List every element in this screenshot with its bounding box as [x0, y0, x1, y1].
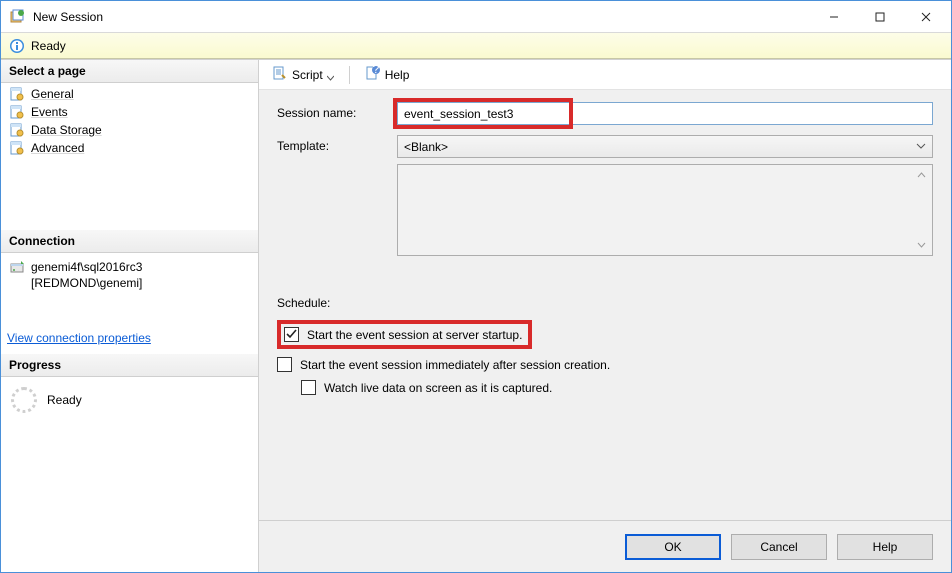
titlebar: New Session [1, 1, 951, 33]
template-label: Template: [277, 135, 387, 153]
sidebar-header-progress: Progress [1, 353, 258, 377]
script-button[interactable]: Script [265, 62, 341, 87]
progress-text: Ready [47, 393, 82, 407]
script-icon [272, 65, 288, 84]
checkbox-label: Start the event session at server startu… [307, 328, 522, 342]
help-toolbar-button[interactable]: ? Help [358, 62, 417, 87]
app-icon [9, 9, 25, 25]
highlight-annotation: Start the event session at server startu… [277, 320, 532, 349]
sidebar: Select a page General Events Data Storag… [1, 60, 259, 572]
checkbox-watch-live-data[interactable] [301, 380, 316, 395]
sidebar-header-connection: Connection [1, 229, 258, 253]
sidebar-header-pages: Select a page [1, 60, 258, 83]
cancel-button[interactable]: Cancel [731, 534, 827, 560]
page-icon [9, 104, 25, 120]
session-name-label: Session name: [277, 102, 387, 120]
scroll-down-icon[interactable] [913, 236, 930, 253]
help-icon: ? [365, 65, 381, 84]
help-button[interactable]: Help [837, 534, 933, 560]
page-general[interactable]: General [5, 85, 258, 103]
server-icon [9, 259, 25, 278]
ok-button[interactable]: OK [625, 534, 721, 560]
template-value: <Blank> [404, 140, 448, 154]
chevron-down-icon [914, 140, 928, 154]
chevron-down-icon [327, 71, 334, 78]
view-connection-properties-link[interactable]: View connection properties [1, 323, 258, 353]
content-area: Session name: Template: <Blank> [259, 90, 951, 520]
main-panel: Script ? Help Session name: Template: [259, 60, 951, 572]
toolbar: Script ? Help [259, 60, 951, 90]
connection-server: genemi4f\sql2016rc3 [31, 260, 142, 274]
page-icon [9, 86, 25, 102]
progress-spinner-icon [11, 387, 37, 413]
close-button[interactable] [903, 2, 949, 32]
page-data-storage[interactable]: Data Storage [5, 121, 258, 139]
window-controls [811, 2, 949, 32]
page-list: General Events Data Storage Advanced [1, 83, 258, 159]
window-frame: New Session Ready Select a page General [0, 0, 952, 573]
svg-text:?: ? [372, 65, 379, 76]
page-icon [9, 140, 25, 156]
toolbar-separator [349, 66, 350, 84]
template-dropdown[interactable]: <Blank> [397, 135, 933, 158]
checkbox-start-at-server-startup[interactable] [284, 327, 299, 342]
schedule-label: Schedule: [277, 296, 933, 310]
connection-info: genemi4f\sql2016rc3 [REDMOND\genemi] [1, 253, 258, 303]
info-icon [9, 38, 25, 54]
maximize-button[interactable] [857, 2, 903, 32]
window-title: New Session [33, 10, 811, 24]
status-text: Ready [31, 39, 66, 53]
page-advanced[interactable]: Advanced [5, 139, 258, 157]
page-events[interactable]: Events [5, 103, 258, 121]
checkbox-start-immediately[interactable] [277, 357, 292, 372]
minimize-button[interactable] [811, 2, 857, 32]
page-icon [9, 122, 25, 138]
scroll-up-icon[interactable] [913, 167, 930, 184]
session-name-input[interactable] [397, 102, 933, 125]
template-description-box[interactable] [397, 164, 933, 256]
progress-block: Ready [1, 377, 258, 419]
checkbox-label: Start the event session immediately afte… [300, 358, 610, 372]
connection-user: [REDMOND\genemi] [31, 276, 142, 290]
checkbox-label: Watch live data on screen as it is captu… [324, 381, 552, 395]
dialog-footer: OK Cancel Help [259, 520, 951, 572]
status-strip: Ready [1, 33, 951, 59]
